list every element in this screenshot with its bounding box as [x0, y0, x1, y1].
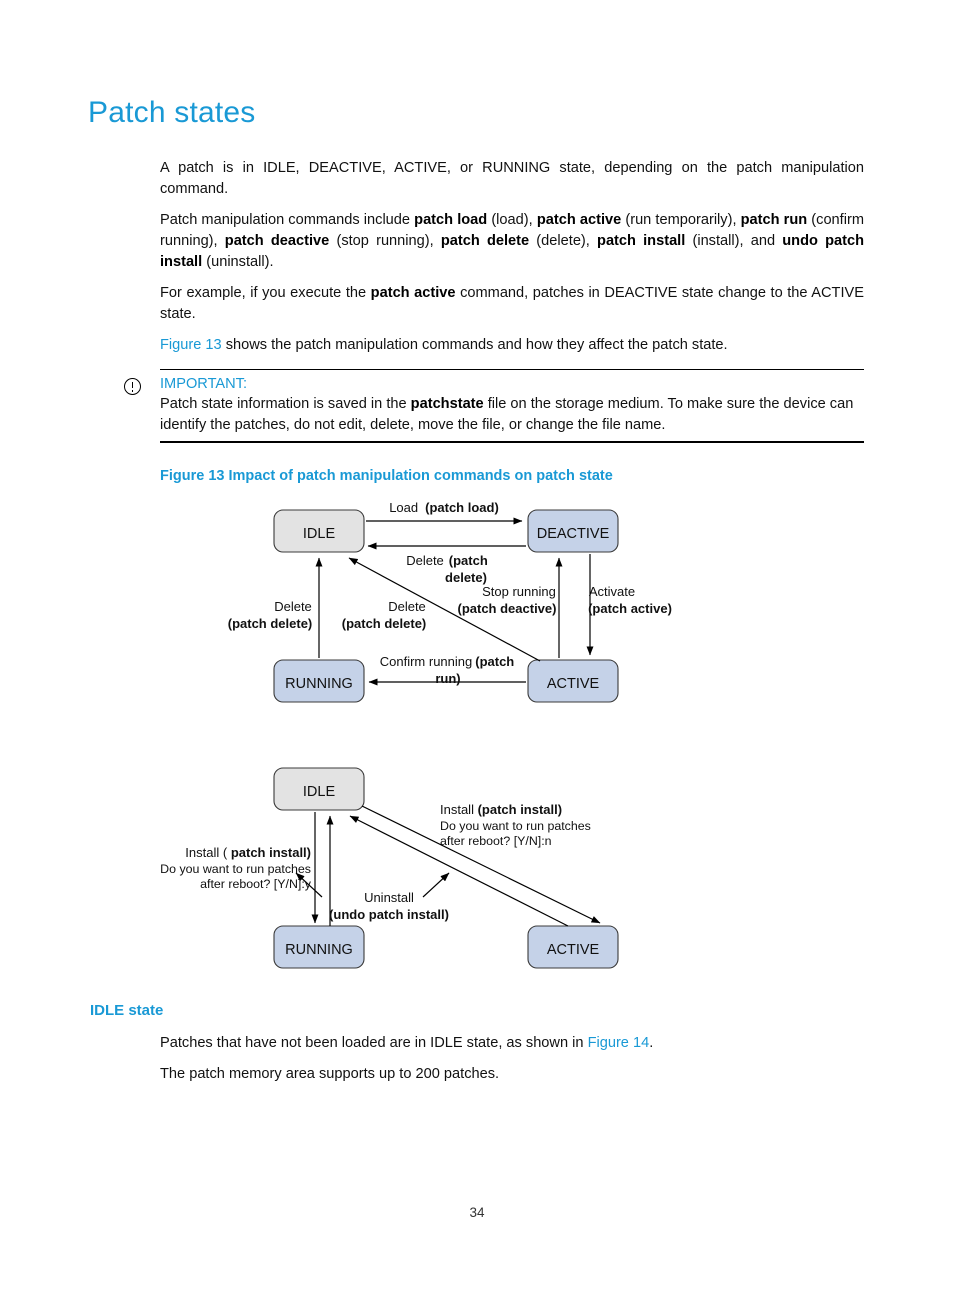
example-paragraph: For example, if you execute the patch ac…: [160, 283, 864, 325]
edge-label-load-bold: (patch load): [425, 500, 499, 515]
edge-label-stop-running-plain: Stop running: [482, 584, 556, 599]
cmd-patch-active: patch active: [536, 212, 622, 228]
note-label: IMPORTANT:: [160, 376, 248, 393]
edge-label-delete-top: Delete (patch: [406, 553, 488, 568]
commands-lead: Patch manipulation commands include: [160, 212, 415, 228]
edge2-label-install-left-line1: Install ( patch install): [185, 845, 311, 860]
example-command: patch active: [370, 285, 456, 301]
node-running-2-label: RUNNING: [285, 942, 353, 958]
edge-label-delete-left-plain: Delete: [274, 599, 312, 614]
cmd-patch-deactive-gloss: (stop running),: [329, 233, 441, 249]
edge-label-confirm-plain: Confirm running: [380, 654, 473, 669]
node-active-label: ACTIVE: [547, 676, 600, 692]
node-deactive-label: DEACTIVE: [537, 526, 610, 542]
edge2-uninstall-active-arrow: [422, 872, 450, 898]
cmd-patch-delete-gloss: (delete),: [529, 233, 598, 249]
cmd-patch-active-gloss: (run temporarily),: [621, 212, 741, 228]
edge-label-delete-left-bold: (patch delete): [228, 616, 313, 631]
edge2-label-uninstall-plain: Uninstall: [364, 890, 414, 905]
idle-p2-text: The patch memory area supports up to 200…: [160, 1066, 500, 1082]
edge-label-activate-plain: Activate: [589, 584, 635, 599]
edge-label-delete-top-bold1: (patch: [449, 553, 488, 568]
edge2-label-install-right-line3: after reboot? [Y/N]:n: [440, 834, 552, 848]
idle-state-paragraph-1: Patches that have not been loaded are in…: [160, 1033, 864, 1054]
node-active-2-label: ACTIVE: [547, 942, 600, 958]
figure-reference-text: shows the patch manipulation commands an…: [221, 337, 728, 353]
node-idle: IDLE: [273, 509, 365, 553]
note-text-pre: Patch state information is saved in the: [160, 396, 411, 413]
figure-reference-paragraph: Figure 13 shows the patch manipulation c…: [160, 335, 864, 356]
install-left-plain: Install (: [185, 845, 228, 860]
edge2-label-install-right-line2: Do you want to run patches: [440, 819, 591, 833]
node-running-label: RUNNING: [285, 676, 353, 692]
idle-state-paragraph-2: The patch memory area supports up to 200…: [160, 1064, 864, 1085]
cmd-patch-install-gloss: (install), and: [685, 233, 783, 249]
node-running-2: RUNNING: [273, 925, 365, 969]
edge-label-confirm-bold1: (patch: [475, 654, 514, 669]
idle-p1-post: .: [649, 1035, 654, 1051]
edge-label-delete-top-plain: Delete: [406, 553, 444, 568]
intro-paragraph: A patch is in IDLE, DEACTIVE, ACTIVE, or…: [160, 158, 864, 200]
cmd-patch-load-gloss: (load),: [487, 212, 537, 228]
edge-label-stop-running-bold: (patch deactive): [458, 601, 557, 616]
edge2-label-install-left-line2: Do you want to run patches: [160, 862, 311, 876]
figure-13-link[interactable]: Figure 13: [160, 337, 222, 353]
node-idle-label: IDLE: [303, 526, 336, 542]
edge2-label-uninstall-bold: (undo patch install): [329, 907, 449, 922]
important-note: IMPORTANT: Patch state information is sa…: [124, 369, 864, 443]
edge2-label-install-left-line3: after reboot? [Y/N]:y: [200, 877, 312, 891]
install-right-pre: Install: [440, 802, 478, 817]
exclamation-circle-icon: [124, 378, 141, 395]
idle-p1-pre: Patches that have not been loaded are in…: [160, 1035, 588, 1051]
cmd-patch-delete: patch delete: [440, 233, 530, 249]
edge-label-delete-mid-bold: (patch delete): [342, 616, 427, 631]
intro-text: A patch is in IDLE, DEACTIVE, ACTIVE, or…: [160, 160, 864, 197]
diagram-patch-manipulation-states: IDLE DEACTIVE RUNNING ACTIVE Load (patch…: [0, 498, 954, 713]
install-left-bold: patch install): [227, 845, 311, 860]
node-idle-2: IDLE: [273, 767, 365, 811]
node-deactive: DEACTIVE: [527, 509, 619, 553]
page-title: Patch states: [88, 96, 256, 129]
example-lead: For example, if you execute the: [160, 285, 371, 301]
diagram-patch-install-states: IDLE RUNNING ACTIVE Install (patch insta…: [0, 758, 954, 978]
install-right-bold: (patch install): [478, 802, 563, 817]
edge-label-confirm-bold2: run): [435, 671, 460, 686]
note-bold-term: patchstate: [410, 396, 484, 413]
node-active-2: ACTIVE: [527, 925, 619, 969]
note-bottom-rule: [160, 441, 864, 443]
cmd-patch-load: patch load: [414, 212, 488, 228]
figure-13-caption: Figure 13 Impact of patch manipulation c…: [160, 468, 613, 484]
edge2-label-install-right-line1: Install (patch install): [440, 802, 562, 817]
node-active: ACTIVE: [527, 659, 619, 703]
node-idle-2-label: IDLE: [303, 784, 336, 800]
cmd-patch-install: patch install: [597, 233, 686, 249]
cmd-patch-deactive: patch deactive: [224, 233, 330, 249]
section-heading-idle-state: IDLE state: [90, 1002, 164, 1019]
page-number: 34: [469, 1205, 485, 1220]
edge-label-load: Load (patch load): [389, 500, 499, 515]
note-body: Patch state information is saved in the …: [160, 394, 864, 441]
commands-paragraph: Patch manipulation commands include patc…: [160, 210, 864, 273]
edge-label-delete-mid-plain: Delete: [388, 599, 426, 614]
edge-label-delete-top-bold2: delete): [445, 570, 487, 585]
edge-label-activate-bold: (patch active): [588, 601, 672, 616]
cmd-undo-gloss: (uninstall).: [202, 254, 274, 270]
document-page: Patch states A patch is in IDLE, DEACTIV…: [0, 0, 954, 1296]
edge-label-confirm-running: Confirm running (patch: [380, 654, 515, 669]
edge-label-load-plain: Load: [389, 500, 418, 515]
figure-14-link[interactable]: Figure 14: [588, 1035, 650, 1051]
cmd-patch-run: patch run: [740, 212, 808, 228]
node-running: RUNNING: [273, 659, 365, 703]
